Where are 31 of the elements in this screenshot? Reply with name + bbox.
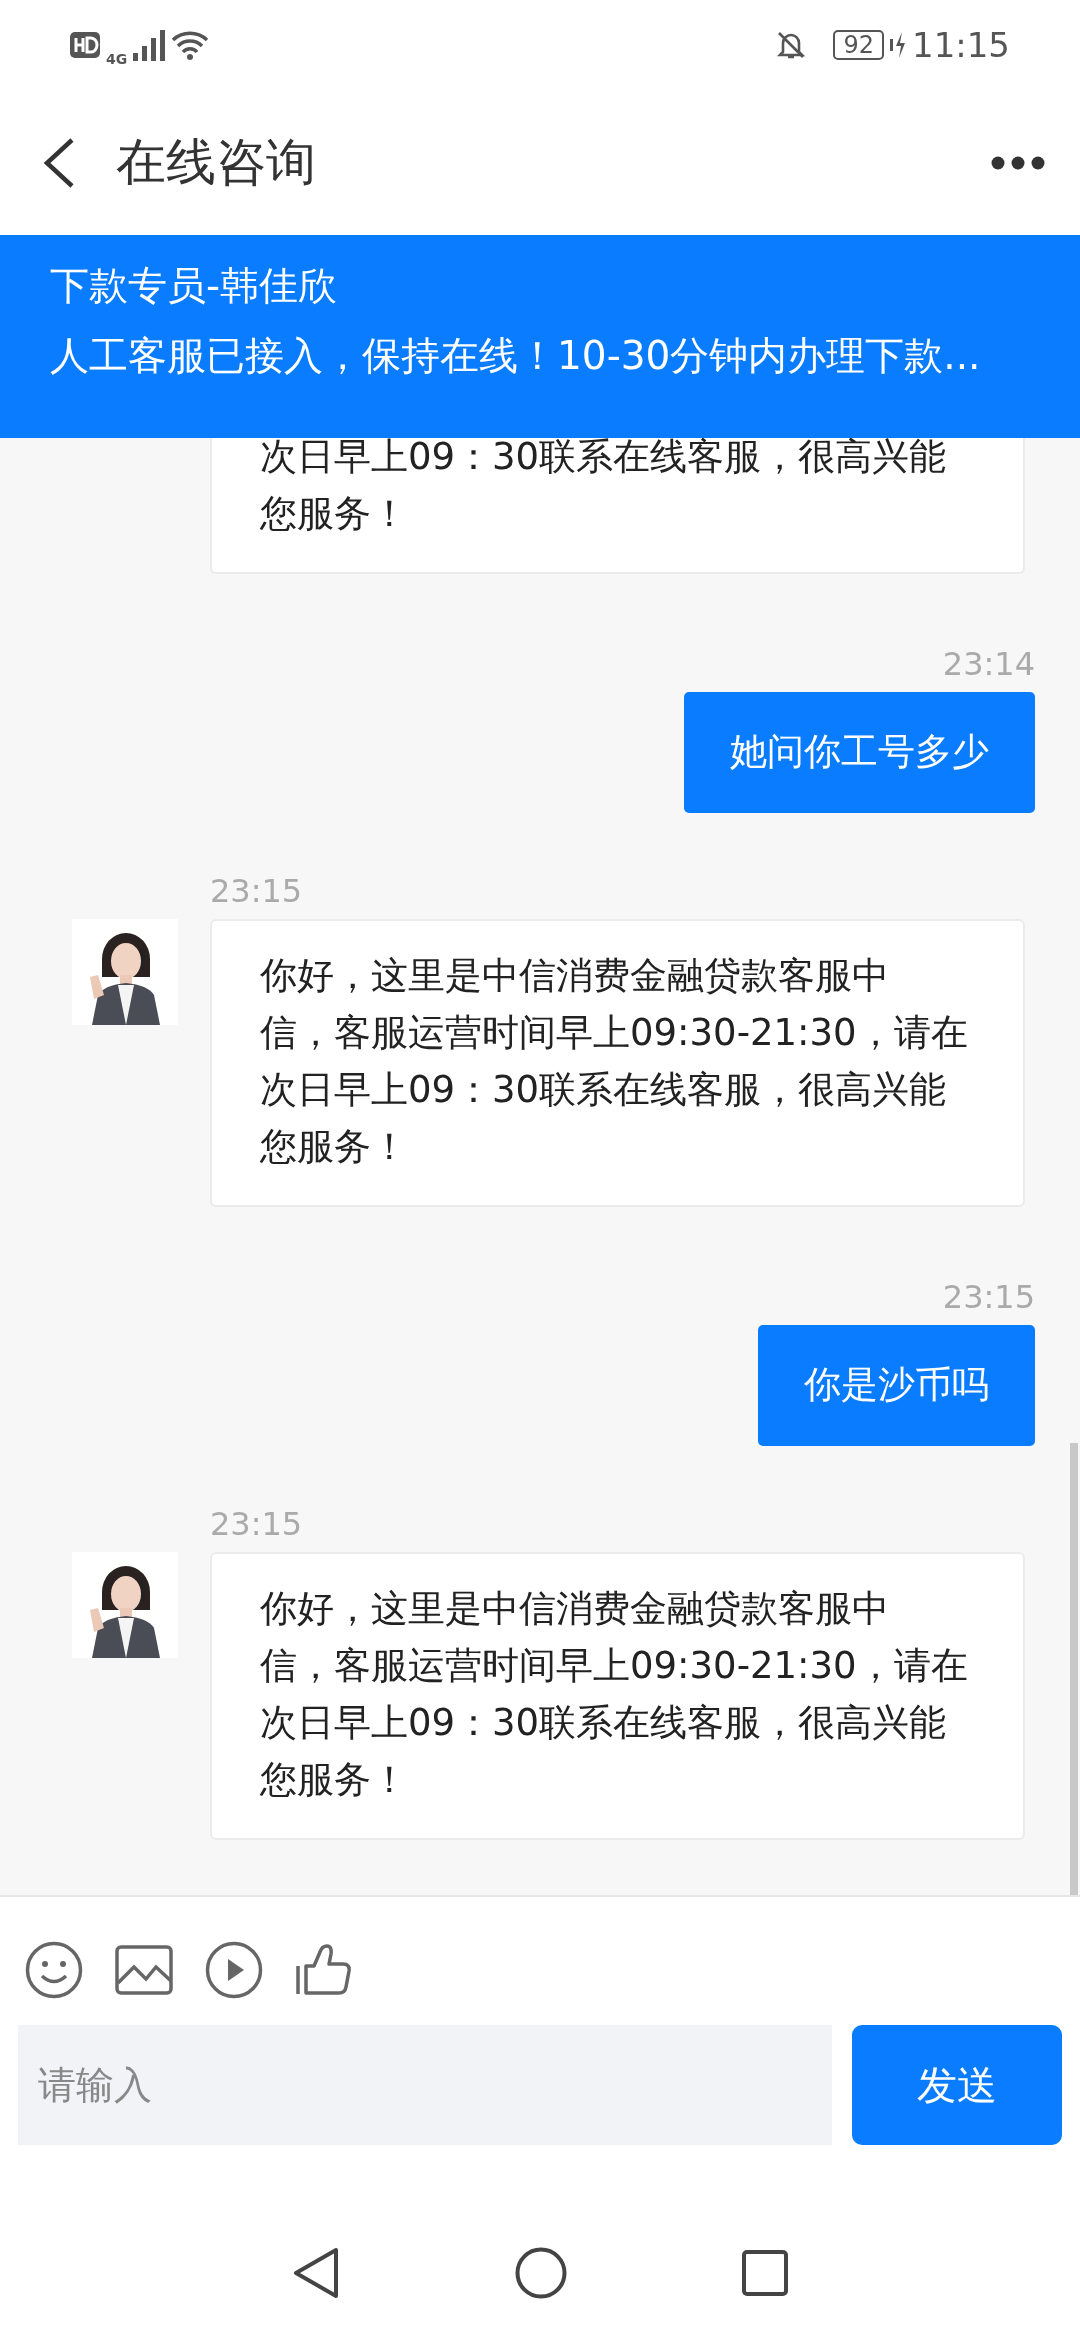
wifi-icon <box>171 30 210 60</box>
charging-icon <box>890 30 906 60</box>
thumbs-up-icon[interactable] <box>295 1944 351 1996</box>
hd-icon <box>70 32 100 58</box>
image-icon[interactable] <box>115 1945 173 1995</box>
message-time: 23:15 <box>942 1277 1035 1317</box>
sent-message: 她问你工号多少 <box>684 692 1035 813</box>
received-message: 次日早上09：30联系在线客服，很高兴能 您服务！ <box>210 438 1025 574</box>
banner-message: 人工客服已接入，保持在线！10-30分钟内办理下款... <box>50 332 982 380</box>
sent-message: 你是沙币吗 <box>758 1325 1035 1446</box>
signal-icon <box>133 29 166 61</box>
page-title: 在线咨询 <box>116 132 317 193</box>
send-button[interactable]: 发送 <box>852 2025 1062 2145</box>
back-nav-icon[interactable] <box>292 2246 340 2299</box>
message-input[interactable]: 请输入 <box>18 2025 832 2145</box>
message-time: 23:15 <box>210 1504 304 1544</box>
battery-level: 92 <box>833 30 884 60</box>
scrollbar[interactable] <box>1070 1443 1078 1895</box>
received-message: 你好，这里是中信消费金融贷款客服中 信，客服运营时间早上09:30-21:30，请在 次日早上09：30联系在线客服，很高兴能 您服务！ <box>210 919 1025 1207</box>
received-message: 你好，这里是中信消费金融贷款客服中 信，客服运营时间早上09:30-21:30，请在 次日早上09：30联系在线客服，很高兴能 您服务！ <box>210 1552 1025 1840</box>
video-icon[interactable] <box>205 1941 263 1999</box>
recent-apps-icon[interactable] <box>742 2249 788 2296</box>
message-time: 23:15 <box>210 871 304 911</box>
network-label: 4G <box>106 51 128 67</box>
emoji-icon[interactable] <box>25 1941 83 1999</box>
back-icon[interactable] <box>42 136 76 189</box>
agent-name: 下款专员-韩佳欣 <box>50 262 339 310</box>
clock-time: 11:15 <box>912 25 1010 65</box>
message-time: 23:14 <box>942 644 1035 684</box>
more-icon[interactable] <box>991 155 1045 170</box>
home-nav-icon[interactable] <box>515 2246 567 2299</box>
